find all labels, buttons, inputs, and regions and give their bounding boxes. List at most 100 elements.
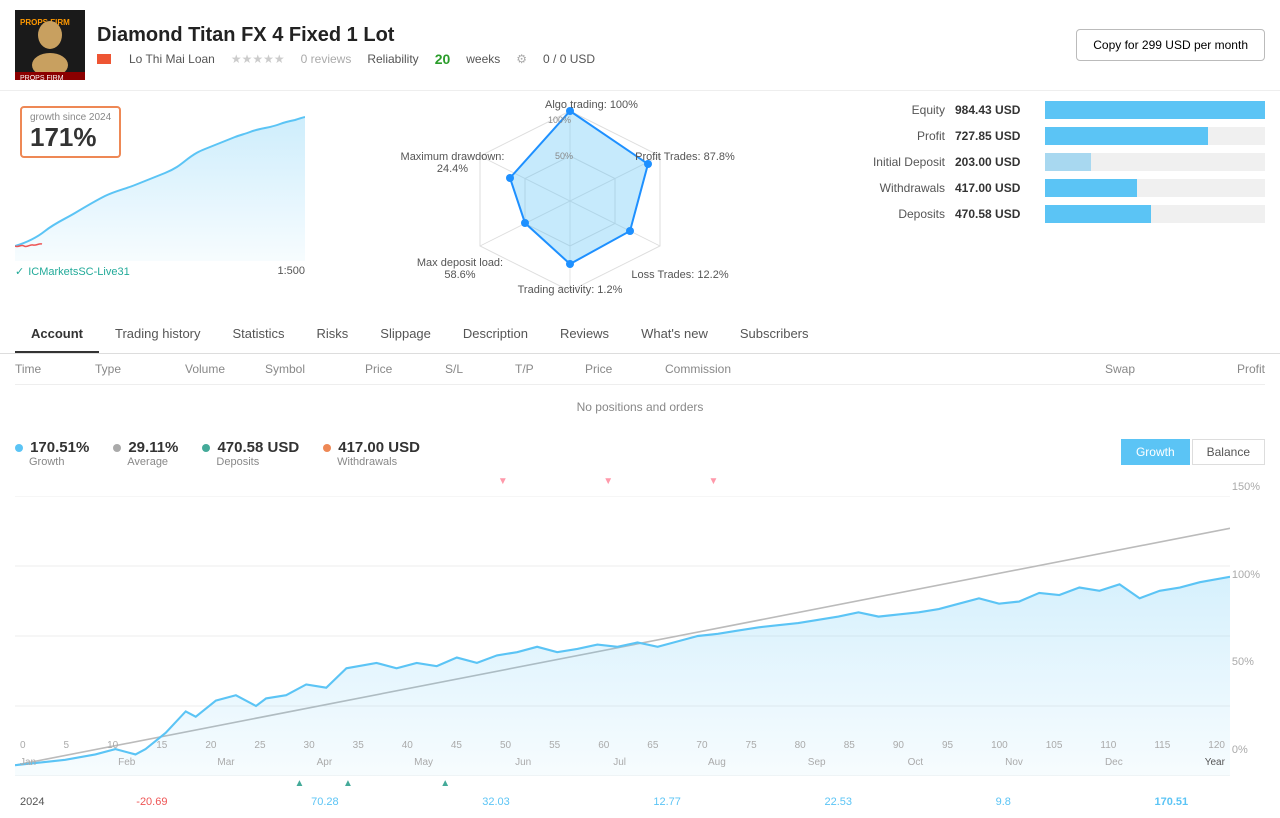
profit-value: 727.85 USD (955, 129, 1045, 143)
y-axis-labels: 150% 100% 50% 0% (1232, 476, 1260, 761)
tab-trading-history[interactable]: Trading history (99, 316, 217, 353)
y-label-150: 150% (1232, 481, 1260, 493)
toggle-growth-button[interactable]: Growth (1121, 439, 1190, 465)
growth-chart-svg (15, 496, 1230, 776)
deposits-value: 470.58 USD (955, 207, 1045, 221)
tab-statistics[interactable]: Statistics (217, 316, 301, 353)
y-label-50: 50% (1232, 656, 1260, 668)
arrow-2: ▼ (603, 476, 613, 487)
tab-slippage[interactable]: Slippage (364, 316, 447, 353)
x-85: 85 (844, 740, 855, 751)
x-80: 80 (795, 740, 806, 751)
col-commission: Commission (665, 362, 1105, 376)
positions-table: Time Type Volume Symbol Price S/L T/P Pr… (0, 354, 1280, 429)
col-type: Type (95, 362, 185, 376)
balance-value: 0 / 0 USD (543, 52, 595, 66)
profit-bar (1045, 127, 1208, 145)
growth-stat-deposits-val: 470.58 USD (202, 439, 299, 456)
deposit-marker-3: ▲ (440, 778, 450, 789)
header-info: Diamond Titan FX 4 Fixed 1 Lot Lo Thi Ma… (97, 24, 1064, 67)
growth-chart-area: 150% 100% 50% 0% ▼ ▼ ▼ (15, 476, 1265, 796)
x-65: 65 (647, 740, 658, 751)
balance-icon: ⚙ (516, 52, 527, 66)
col-price2: Price (585, 362, 665, 376)
x-120: 120 (1208, 740, 1225, 751)
growth-badge: growth since 2024 171% (20, 106, 121, 158)
x-90: 90 (893, 740, 904, 751)
month-year: Year (1205, 757, 1225, 768)
growth-stat-deposits: 470.58 USD Deposits (202, 439, 299, 468)
radar-loss-label: Loss Trades: 12.2% (625, 269, 735, 281)
x-20: 20 (205, 740, 216, 751)
initial-deposit-value: 203.00 USD (955, 155, 1045, 169)
withdrawals-label: Withdrawals (835, 181, 955, 195)
growth-dot-blue (15, 444, 23, 452)
x-35: 35 (353, 740, 364, 751)
toggle-balance-button[interactable]: Balance (1192, 439, 1265, 465)
growth-stat-average-val: 29.11% (113, 439, 178, 456)
tab-whats-new[interactable]: What's new (625, 316, 724, 353)
tab-risks[interactable]: Risks (301, 316, 365, 353)
col-swap: Swap (1105, 362, 1185, 376)
x-75: 75 (746, 740, 757, 751)
bottom-values: -20.69 70.28 32.03 12.77 22.53 9.8 170.5… (64, 796, 1260, 808)
growth-label-deposits: Deposits (202, 456, 299, 468)
col-tp: T/P (515, 362, 585, 376)
x-5: 5 (64, 740, 70, 751)
initial-deposit-bar-container (1045, 153, 1265, 171)
col-symbol: Symbol (265, 362, 365, 376)
author-name: Lo Thi Mai Loan (129, 52, 215, 66)
x-30: 30 (304, 740, 315, 751)
x-110: 110 (1100, 740, 1116, 751)
initial-deposit-row: Initial Deposit 203.00 USD (835, 153, 1265, 171)
month-nov: Nov (1005, 757, 1023, 768)
initial-deposit-bar (1045, 153, 1091, 171)
bottom-val-6: 9.8 (996, 796, 1011, 808)
center-section: 50% 100% Algo trading: 100% Profit Trade… (315, 101, 825, 301)
leverage: 1:500 (277, 265, 305, 278)
left-section: growth since 2024 171% (15, 101, 305, 301)
x-10: 10 (107, 740, 118, 751)
tab-subscribers[interactable]: Subscribers (724, 316, 825, 353)
y-label-100: 100% (1232, 569, 1260, 581)
col-volume: Volume (185, 362, 265, 376)
month-may: May (414, 757, 433, 768)
account-info: ✓ ICMarketsSC-Live31 1:500 (15, 265, 305, 278)
growth-stat-average: 29.11% Average (113, 439, 178, 468)
svg-text:50%: 50% (555, 151, 573, 161)
radar-profit-label: Profit Trades: 87.8% (630, 151, 740, 163)
month-jan: Jan (20, 757, 36, 768)
month-oct: Oct (908, 757, 924, 768)
broker-name: ✓ ICMarketsSC-Live31 (15, 265, 130, 278)
withdrawals-bar (1045, 179, 1137, 197)
deposit-marker-2: ▲ (343, 778, 353, 789)
arrow-3: ▼ (709, 476, 719, 487)
header-meta: Lo Thi Mai Loan ★★★★★ 0 reviews Reliabil… (97, 51, 1064, 67)
tab-description[interactable]: Description (447, 316, 544, 353)
copy-button[interactable]: Copy for 299 USD per month (1076, 29, 1265, 61)
growth-dot-green (202, 444, 210, 452)
x-115: 115 (1154, 740, 1170, 751)
growth-stat-growth-val: 170.51% (15, 439, 89, 456)
stars: ★★★★★ (231, 52, 285, 66)
growth-header: 170.51% Growth 29.11% Average 470.58 USD… (15, 439, 1265, 468)
month-sep: Sep (808, 757, 826, 768)
growth-stat-withdrawals-val: 417.00 USD (323, 439, 420, 456)
month-jun: Jun (515, 757, 531, 768)
radar-drawdown-label: Maximum drawdown: 24.4% (395, 151, 510, 175)
month-dec: Dec (1105, 757, 1123, 768)
page-header: PROPS FIRM PROPS FIRM Diamond Titan FX 4… (0, 0, 1280, 91)
x-70: 70 (696, 740, 707, 751)
growth-value: 171% (30, 123, 111, 152)
right-section: Equity 984.43 USD Profit 727.85 USD Init… (835, 101, 1265, 301)
col-profit: Profit (1185, 362, 1265, 376)
y-label-0: 0% (1232, 744, 1260, 756)
initial-deposit-label: Initial Deposit (835, 155, 955, 169)
withdrawals-value: 417.00 USD (955, 181, 1045, 195)
growth-label-withdrawals: Withdrawals (323, 456, 420, 468)
col-price: Price (365, 362, 445, 376)
main-content: growth since 2024 171% (0, 91, 1280, 311)
tab-account[interactable]: Account (15, 316, 99, 353)
equity-label: Equity (835, 103, 955, 117)
tab-reviews[interactable]: Reviews (544, 316, 625, 353)
